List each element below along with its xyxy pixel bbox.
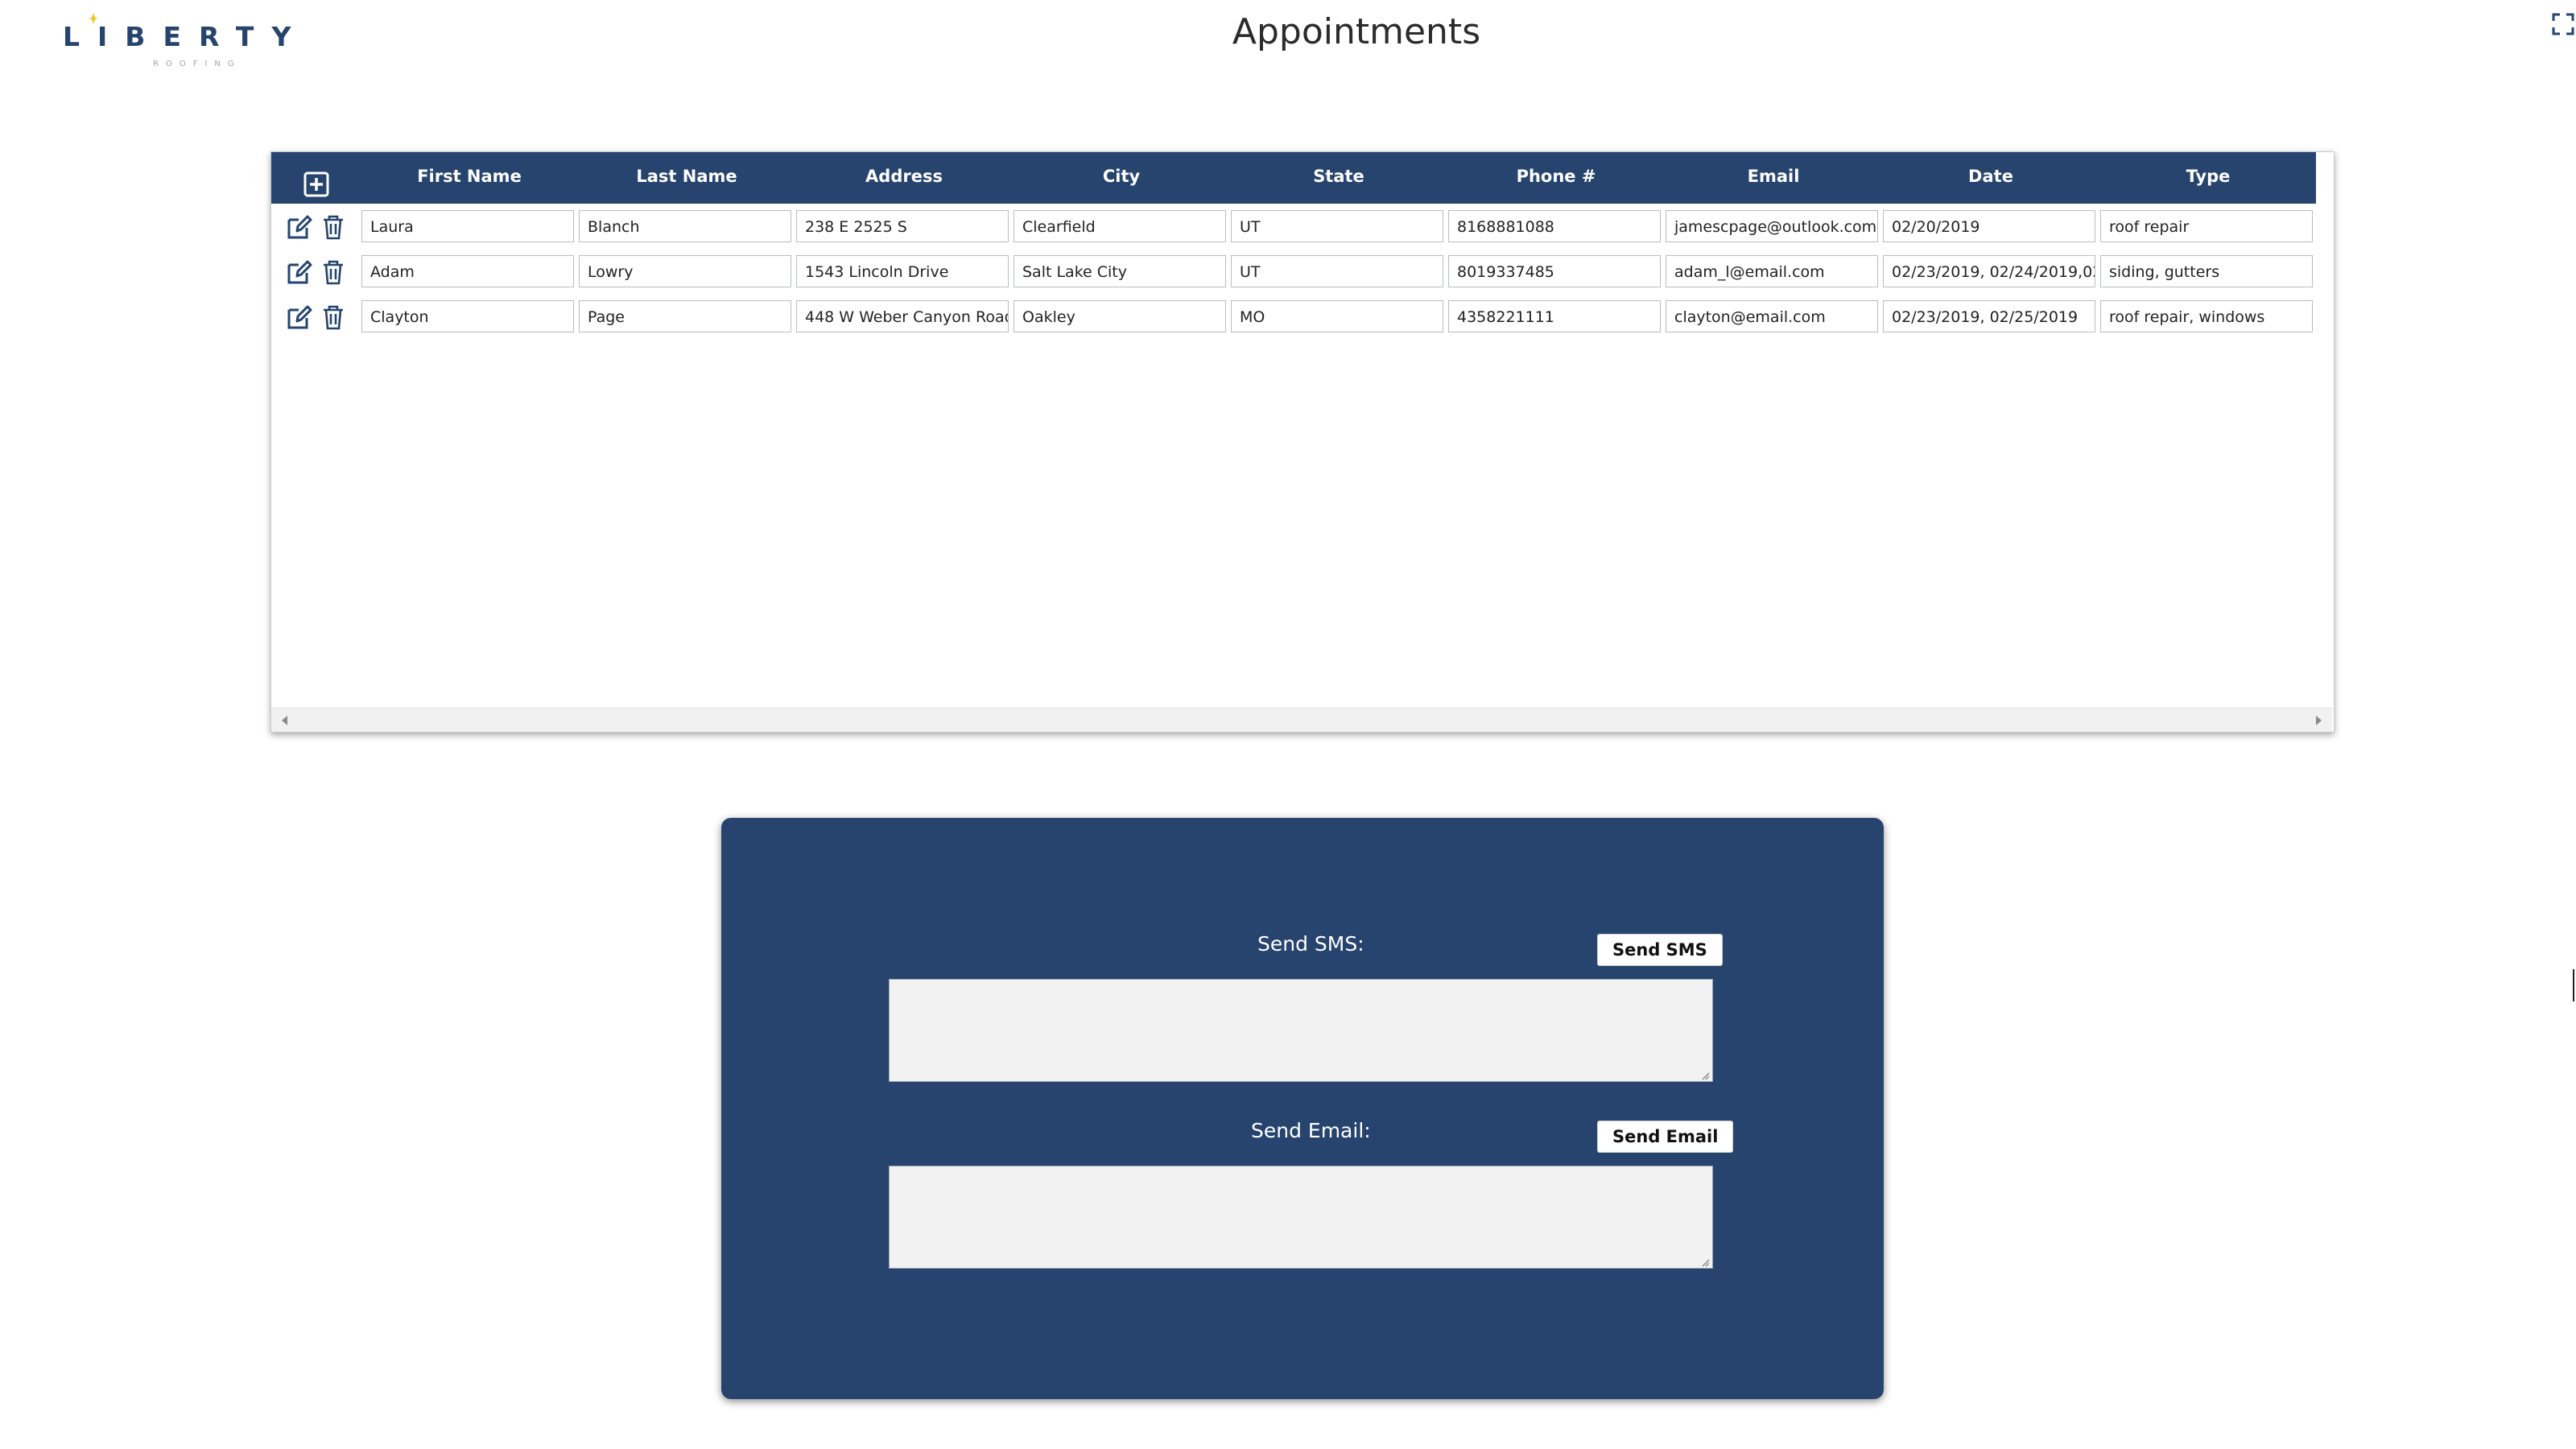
cell-last-name[interactable]: Lowry [579,255,791,287]
fullscreen-icon[interactable] [2552,13,2574,35]
email-label: Send Email: [1251,1119,1371,1142]
trash-icon[interactable] [320,303,347,331]
appointments-grid: First Name Last Name Address City State … [270,151,2334,733]
chevron-left-icon[interactable] [278,713,292,728]
table-row: Adam Lowry 1543 Lincoln Drive Salt Lake … [271,250,2316,292]
cell-last-name[interactable]: Blanch [579,210,791,242]
table-row: Clayton Page 448 W Weber Canyon Road Oak… [271,295,2316,337]
cell-email[interactable]: adam_l@email.com [1666,255,1878,287]
column-header-date[interactable]: Date [1883,167,2099,186]
logo-subtext: ROOFING [153,60,242,68]
cell-first-name[interactable]: Adam [361,255,574,287]
send-sms-button[interactable]: Send SMS [1597,934,1723,966]
column-header-last-name[interactable]: Last Name [579,167,795,186]
cell-phone[interactable]: 4358221111 [1448,300,1661,332]
cell-date[interactable]: 02/20/2019 [1883,210,2095,242]
column-header-city[interactable]: City [1013,167,1229,186]
column-header-address[interactable]: Address [796,167,1012,186]
cell-date[interactable]: 02/23/2019, 02/25/2019 [1883,300,2095,332]
edit-icon[interactable] [286,258,313,286]
cell-phone[interactable]: 8019337485 [1448,255,1661,287]
cell-address[interactable]: 448 W Weber Canyon Road [796,300,1009,332]
cell-state[interactable]: MO [1231,300,1443,332]
sms-label: Send SMS: [1257,932,1364,956]
cell-email[interactable]: clayton@email.com [1666,300,1878,332]
grid-header: First Name Last Name Address City State … [271,152,2316,204]
resize-grip-icon[interactable] [1700,1257,1710,1267]
cell-email[interactable]: jamescpage@outlook.com [1666,210,1878,242]
cell-state[interactable]: UT [1231,210,1443,242]
column-header-email[interactable]: Email [1666,167,1881,186]
add-row-icon[interactable] [303,171,329,197]
column-header-phone[interactable]: Phone # [1448,167,1664,186]
text-cursor-icon [2573,969,2574,1001]
cell-type[interactable]: roof repair, windows [2100,300,2313,332]
sms-textarea[interactable] [889,979,1713,1082]
page-title: Appointments [1232,11,1481,52]
send-email-button[interactable]: Send Email [1597,1121,1734,1153]
column-header-first-name[interactable]: First Name [361,167,577,186]
email-textarea[interactable] [889,1166,1713,1269]
chevron-right-icon[interactable] [2311,713,2326,728]
cell-date[interactable]: 02/23/2019, 02/24/2019,02/ [1883,255,2095,287]
cell-city[interactable]: Oakley [1013,300,1226,332]
cell-state[interactable]: UT [1231,255,1443,287]
cell-type[interactable]: siding, gutters [2100,255,2313,287]
trash-icon[interactable] [320,258,347,286]
resize-grip-icon[interactable] [1700,1071,1710,1080]
cell-address[interactable]: 238 E 2525 S [796,210,1009,242]
cell-city[interactable]: Salt Lake City [1013,255,1226,287]
trash-icon[interactable] [320,213,347,241]
cell-address[interactable]: 1543 Lincoln Drive [796,255,1009,287]
column-header-state[interactable]: State [1231,167,1447,186]
cell-city[interactable]: Clearfield [1013,210,1226,242]
cell-phone[interactable]: 8168881088 [1448,210,1661,242]
edit-icon[interactable] [286,303,313,331]
cell-first-name[interactable]: Laura [361,210,574,242]
horizontal-scrollbar[interactable] [271,708,2332,732]
column-header-type[interactable]: Type [2100,167,2316,186]
cell-first-name[interactable]: Clayton [361,300,574,332]
cell-type[interactable]: roof repair [2100,210,2313,242]
messaging-panel: Send SMS: Send SMS Send Email: Send Emai… [721,818,1884,1399]
edit-icon[interactable] [286,213,313,241]
table-row: Laura Blanch 238 E 2525 S Clearfield UT … [271,205,2316,247]
cell-last-name[interactable]: Page [579,300,791,332]
